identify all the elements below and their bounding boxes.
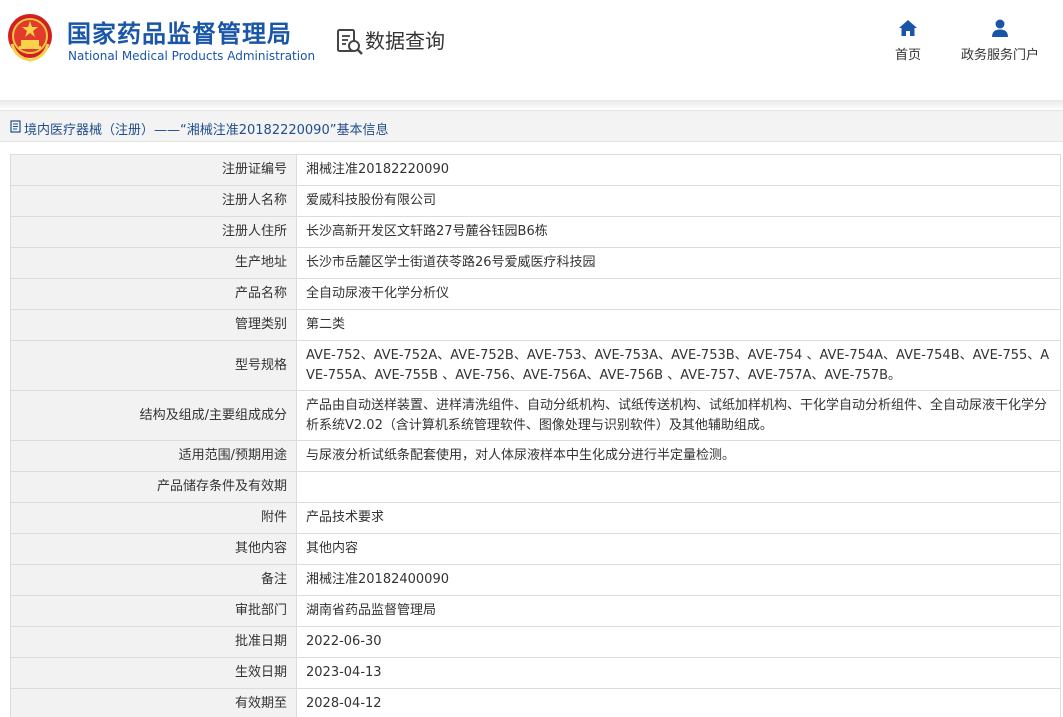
table-row: 审批部门 湖南省药品监督管理局: [10, 595, 1061, 627]
table-row: 产品储存条件及有效期: [10, 471, 1061, 503]
breadcrumb: 境内医疗器械（注册）——“湘械注准20182220090”基本信息: [0, 110, 1063, 142]
row-label: 备注: [10, 564, 297, 596]
row-label: 产品储存条件及有效期: [10, 471, 297, 503]
home-icon: [899, 20, 917, 36]
table-row: 适用范围/预期用途 与尿液分析试纸条配套使用，对人体尿液样本中生化成分进行半定量…: [10, 440, 1061, 472]
table-row: 注册人名称 爱威科技股份有限公司: [10, 185, 1061, 217]
nav-gov-service-link[interactable]: 政务服务门户: [955, 18, 1045, 63]
table-row: 附件 产品技术要求: [10, 502, 1061, 534]
row-label: 生效日期: [10, 657, 297, 689]
row-label: 适用范围/预期用途: [10, 440, 297, 472]
document-icon: [10, 120, 21, 133]
registration-detail-table: 注册证编号 湘械注准20182220090 注册人名称 爱威科技股份有限公司 注…: [10, 154, 1061, 717]
national-emblem-icon: [8, 14, 52, 62]
row-value: 全自动尿液干化学分析仪: [296, 278, 1061, 310]
row-value: 长沙市岳麓区学士街道茯苓路26号爱威医疗科技园: [296, 247, 1061, 279]
row-label: 管理类别: [10, 309, 297, 341]
table-row: 其他内容 其他内容: [10, 533, 1061, 565]
nav-home-link[interactable]: 首页: [891, 18, 925, 63]
data-query-icon: [337, 29, 363, 55]
org-name-en: National Medical Products Administration: [68, 49, 316, 63]
row-label: 注册人住所: [10, 216, 297, 248]
row-value: 湖南省药品监督管理局: [296, 595, 1061, 627]
row-label: 审批部门: [10, 595, 297, 627]
row-label: 产品名称: [10, 278, 297, 310]
row-label: 其他内容: [10, 533, 297, 565]
row-value: 其他内容: [296, 533, 1061, 565]
row-label: 型号规格: [10, 340, 297, 391]
row-value: 与尿液分析试纸条配套使用，对人体尿液样本中生化成分进行半定量检测。: [296, 440, 1061, 472]
table-row: 生效日期 2023-04-13: [10, 657, 1061, 689]
row-value: 产品由自动送样装置、进样清洗组件、自动分纸机构、试纸传送机构、试纸加样机构、干化…: [296, 390, 1061, 441]
table-row: 型号规格 AVE-752、AVE-752A、AVE-752B、AVE-753、A…: [10, 340, 1061, 391]
table-row: 管理类别 第二类: [10, 309, 1061, 341]
row-value: 湘械注准20182220090: [296, 154, 1061, 186]
row-value: 2023-04-13: [296, 657, 1061, 689]
row-label: 生产地址: [10, 247, 297, 279]
row-value: 长沙高新开发区文轩路27号麓谷钰园B6栋: [296, 216, 1061, 248]
row-value: 第二类: [296, 309, 1061, 341]
table-row: 注册证编号 湘械注准20182220090: [10, 154, 1061, 186]
row-label: 注册人名称: [10, 185, 297, 217]
header-shadow: [0, 100, 1063, 108]
nav-home-label: 首页: [894, 48, 921, 63]
row-label: 附件: [10, 502, 297, 534]
breadcrumb-text: 境内医疗器械（注册）——“湘械注准20182220090”基本信息: [24, 123, 389, 138]
table-row: 备注 湘械注准20182400090: [10, 564, 1061, 596]
row-value: 2022-06-30: [296, 626, 1061, 658]
table-row: 注册人住所 长沙高新开发区文轩路27号麓谷钰园B6栋: [10, 216, 1061, 248]
row-value: [296, 471, 1061, 503]
table-row: 结构及组成/主要组成成分 产品由自动送样装置、进样清洗组件、自动分纸机构、试纸传…: [10, 390, 1061, 441]
table-row: 生产地址 长沙市岳麓区学士街道茯苓路26号爱威医疗科技园: [10, 247, 1061, 279]
section-title: 数据查询: [365, 29, 445, 53]
user-icon: [992, 19, 1008, 37]
row-value: 2028-04-12: [296, 688, 1061, 717]
row-value: 湘械注准20182400090: [296, 564, 1061, 596]
row-label: 有效期至: [10, 688, 297, 717]
site-header: 国家药品监督管理局 National Medical Products Admi…: [0, 0, 1063, 100]
row-label: 批准日期: [10, 626, 297, 658]
row-value: 爱威科技股份有限公司: [296, 185, 1061, 217]
nav-gov-service-label: 政务服务门户: [960, 48, 1039, 63]
row-value: AVE-752、AVE-752A、AVE-752B、AVE-753、AVE-75…: [296, 340, 1061, 391]
table-row: 有效期至 2028-04-12: [10, 688, 1061, 717]
row-value: 产品技术要求: [296, 502, 1061, 534]
table-row: 批准日期 2022-06-30: [10, 626, 1061, 658]
table-row: 产品名称 全自动尿液干化学分析仪: [10, 278, 1061, 310]
row-label: 结构及组成/主要组成成分: [10, 390, 297, 441]
org-name-cn: 国家药品监督管理局: [67, 20, 292, 48]
row-label: 注册证编号: [10, 154, 297, 186]
